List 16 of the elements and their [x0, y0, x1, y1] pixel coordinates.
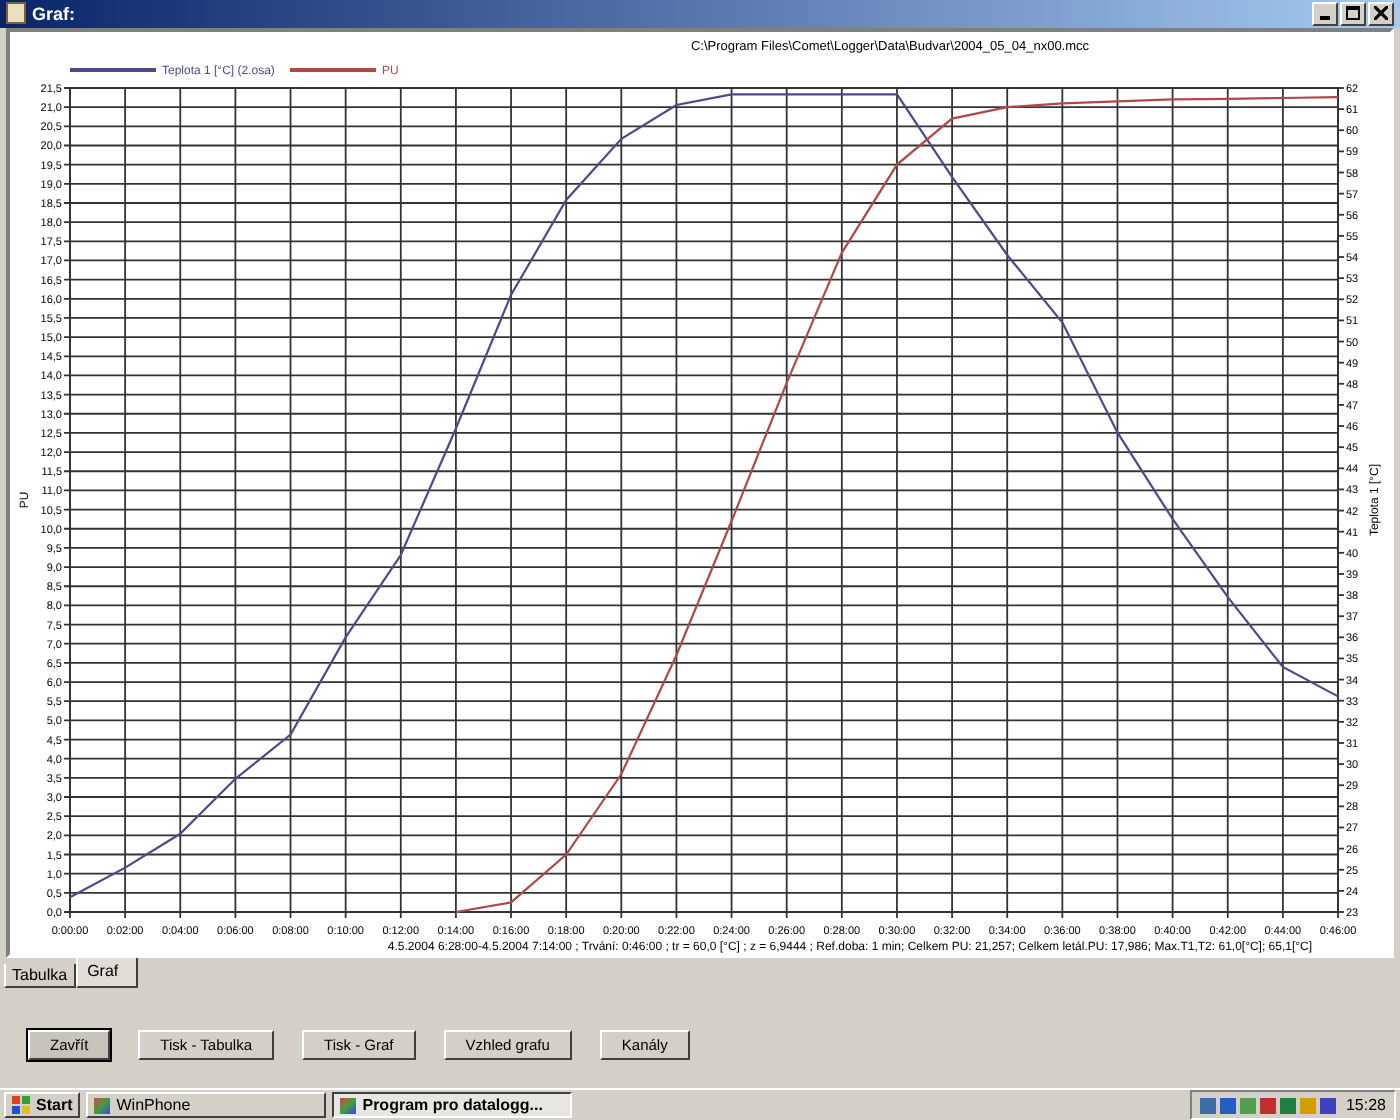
close-button[interactable] [1368, 1, 1394, 26]
tab[interactable]: Graf [75, 958, 139, 989]
legend-swatch [70, 67, 156, 72]
maximize-button[interactable] [1340, 1, 1366, 26]
taskbar-button[interactable]: Program pro datalogg... [332, 1092, 573, 1118]
start-button[interactable]: Start [4, 1092, 81, 1118]
minimize-button[interactable] [1312, 1, 1338, 26]
windows-flag-icon [12, 1096, 30, 1114]
clock: 15:28 [1345, 1096, 1386, 1114]
window-icon [6, 2, 26, 25]
legend-swatch [290, 67, 376, 72]
taskbar-button[interactable]: WinPhone [86, 1092, 327, 1118]
window-title: Graf: [32, 3, 76, 24]
tab[interactable]: Tabulka [4, 964, 76, 989]
app-icon [340, 1097, 357, 1113]
app-icon [94, 1097, 111, 1113]
